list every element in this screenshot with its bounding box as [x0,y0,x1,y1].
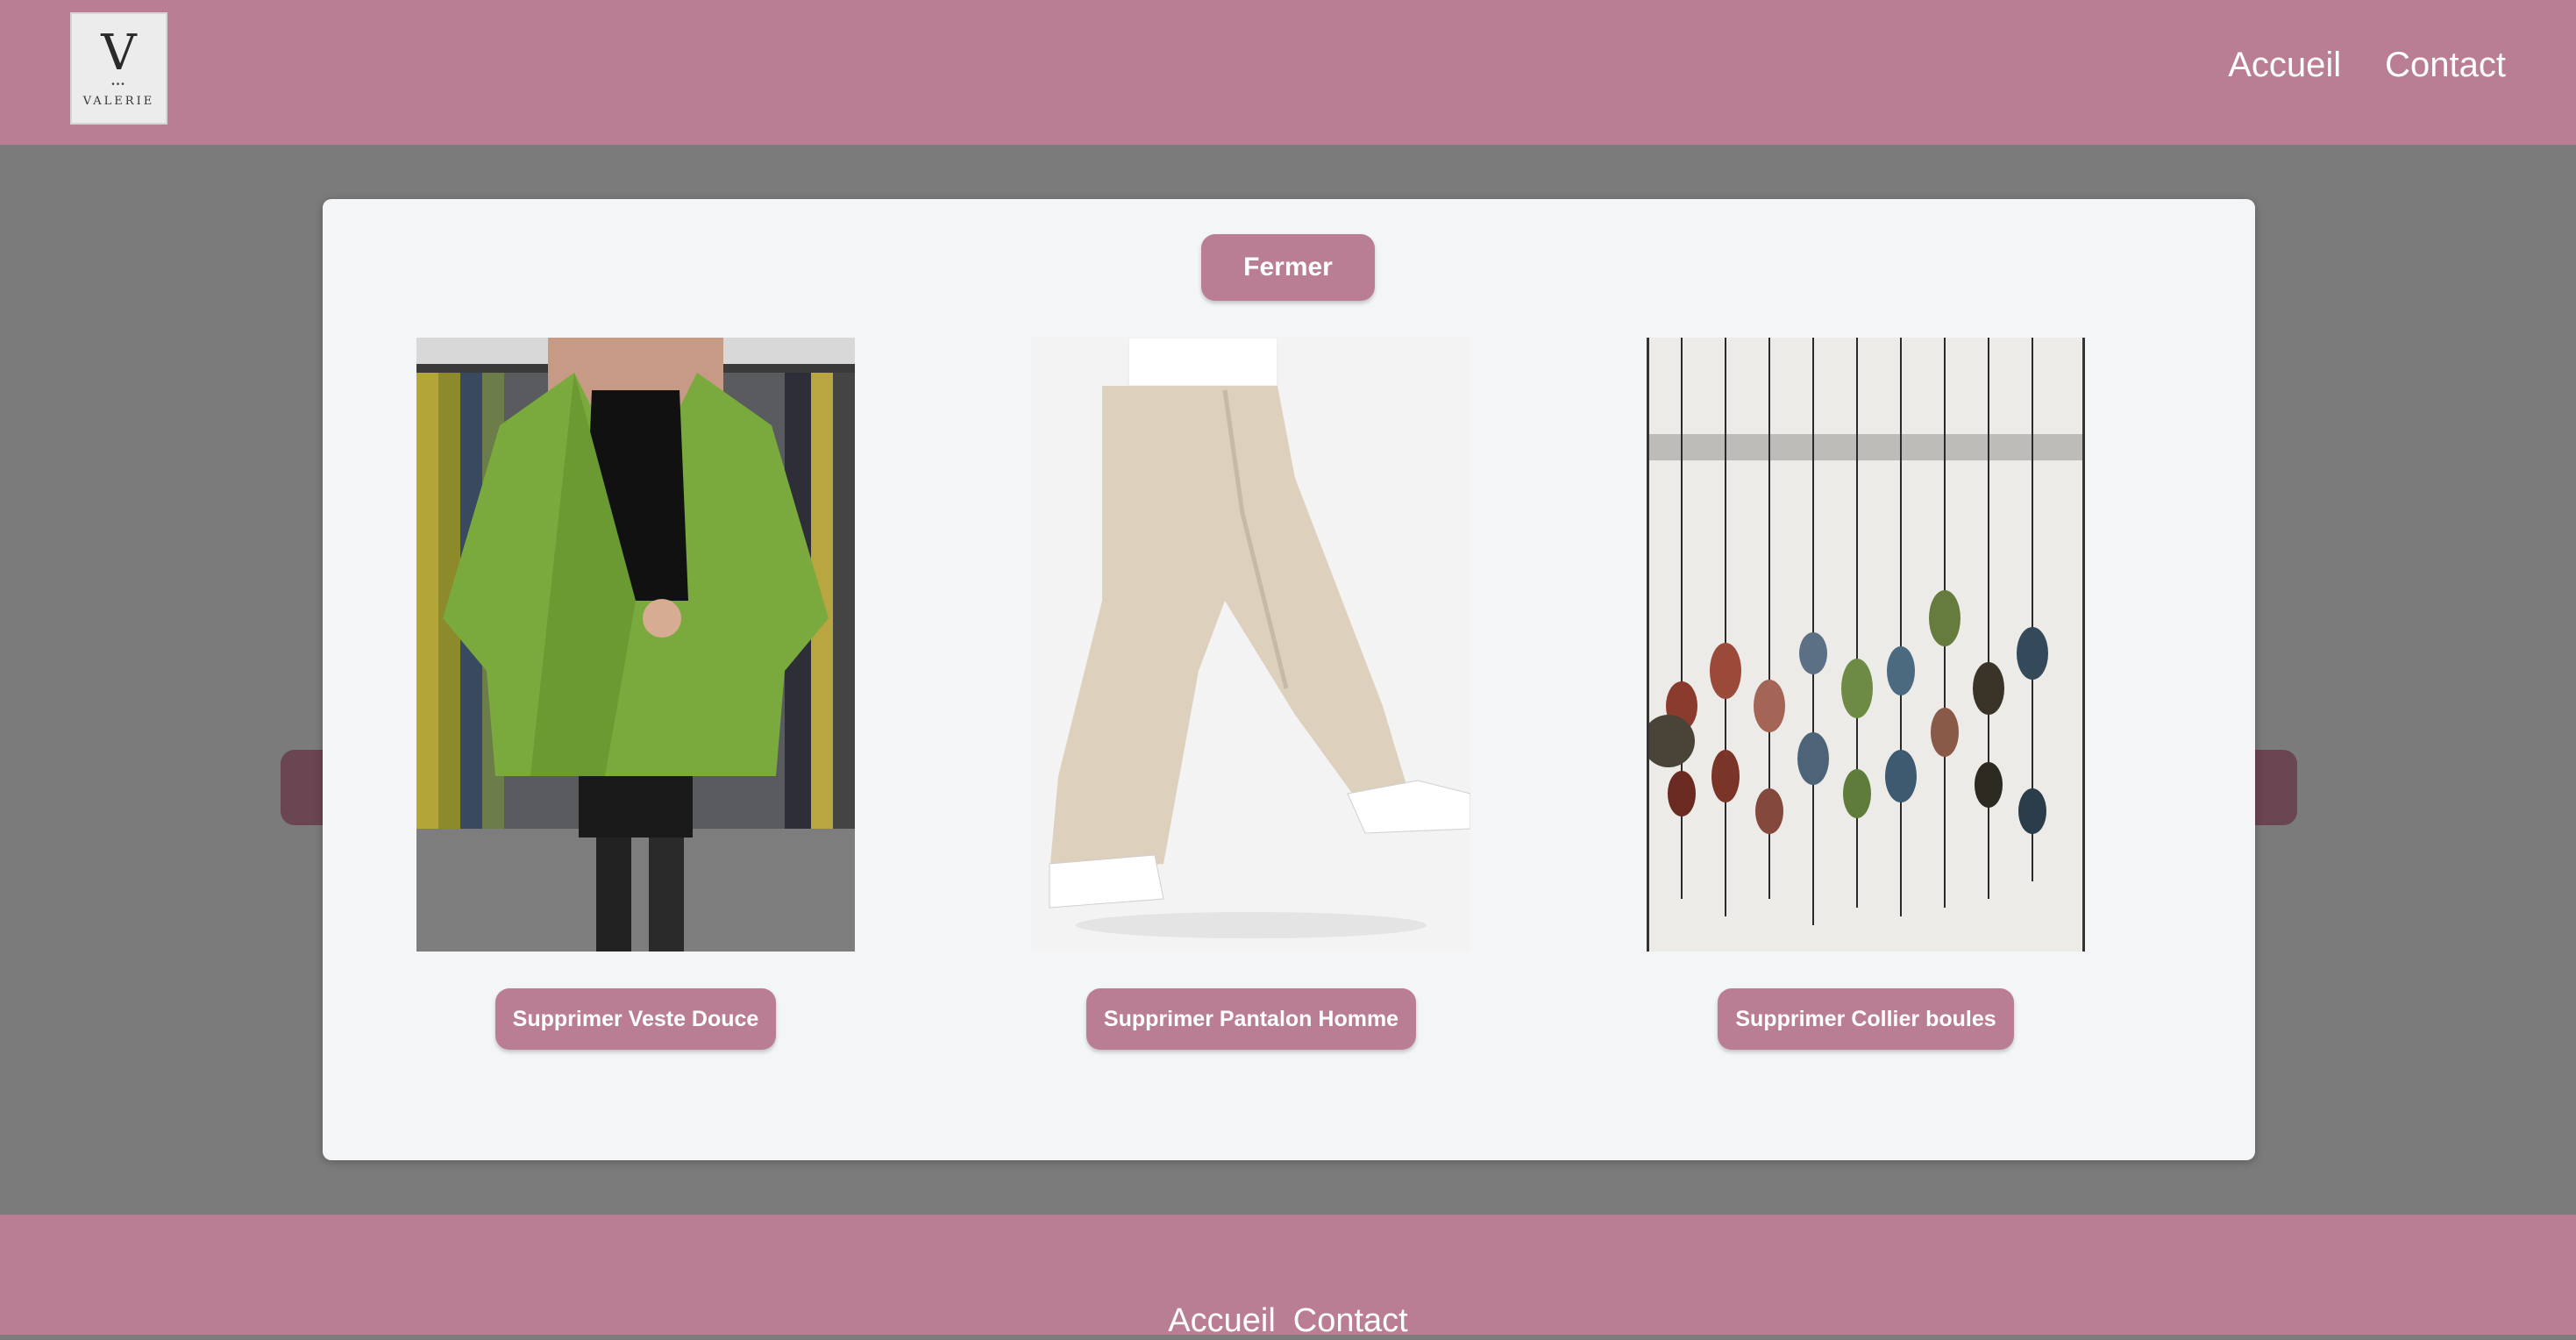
product-image-veste-douce[interactable] [416,338,855,952]
delete-button-pantalon-homme[interactable]: Supprimer Pantalon Homme [1085,988,1417,1050]
product-image-pantalon-homme[interactable] [1032,338,1470,952]
product-card: Supprimer Collier boules [1647,338,2085,1050]
close-button[interactable]: Fermer [1201,234,1375,301]
delete-button-collier-boules[interactable]: Supprimer Collier boules [1718,988,2014,1050]
logo-name: VALERIE [82,95,155,108]
logo-monogram: V [101,25,137,82]
logo-dots: ••• [111,80,126,89]
logo[interactable]: V ••• VALERIE [70,12,167,125]
product-card: Supprimer Veste Douce [416,338,855,1050]
site-footer: Accueil Contact [0,1215,2576,1339]
product-card: Supprimer Pantalon Homme [1032,338,1470,1050]
product-image-collier-boules[interactable] [1647,338,2085,952]
header-nav: Accueil Contact [2228,46,2506,85]
site-header: V ••• VALERIE Accueil Contact [0,0,2576,145]
nav-link-contact[interactable]: Contact [2385,46,2506,85]
cart-modal: Fermer Supprimer Veste Douce Supprimer P… [323,199,2255,1160]
nav-link-accueil[interactable]: Accueil [2228,46,2341,85]
delete-button-veste-douce[interactable]: Supprimer Veste Douce [495,988,777,1050]
